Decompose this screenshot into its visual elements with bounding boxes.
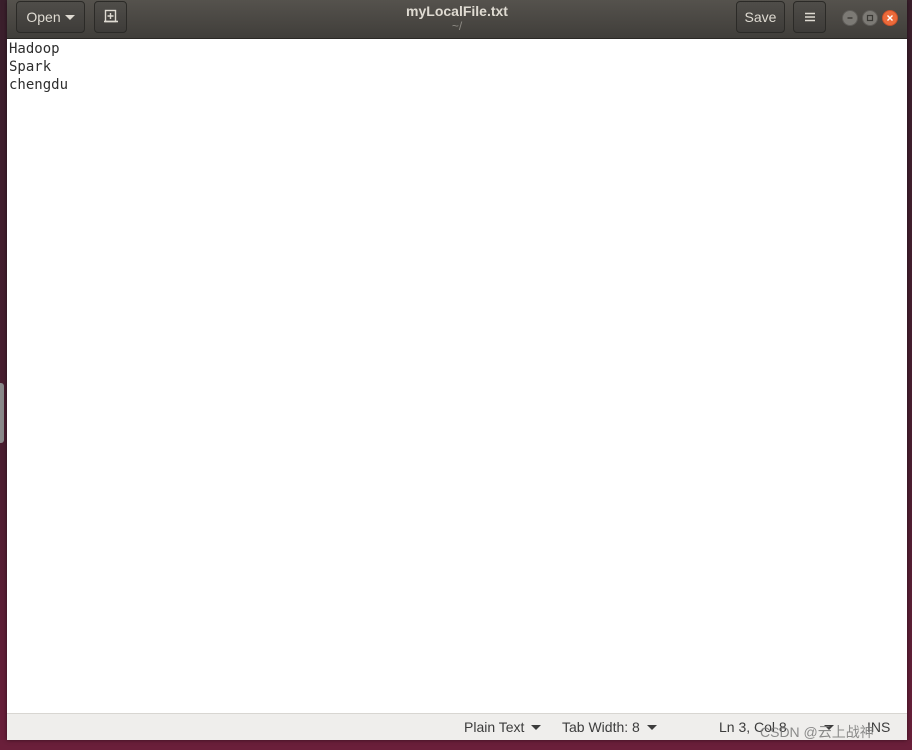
window-title-area: myLocalFile.txt ~/	[307, 2, 607, 32]
text-editor-area[interactable]: Hadoop Spark chengdu	[7, 39, 907, 713]
open-button-label: Open	[26, 9, 61, 25]
save-button[interactable]: Save	[736, 1, 785, 33]
tab-width-selector[interactable]: Tab Width: 8	[562, 718, 657, 736]
close-button[interactable]	[882, 10, 898, 26]
window-subtitle: ~/	[451, 19, 463, 33]
maximize-button[interactable]	[862, 10, 878, 26]
editor-line: chengdu	[9, 77, 69, 93]
language-selector[interactable]: Plain Text	[464, 718, 542, 736]
editor-line: Hadoop	[9, 41, 60, 57]
language-label: Plain Text	[464, 719, 525, 735]
minimize-icon	[847, 17, 853, 19]
chevron-down-icon	[646, 724, 657, 730]
new-document-icon	[103, 9, 118, 23]
open-button[interactable]: Open	[16, 1, 85, 33]
maximize-icon	[866, 14, 874, 22]
watermark: CSDN @云上战神	[760, 724, 874, 740]
close-icon	[887, 15, 893, 21]
desktop-edge-handle	[0, 383, 4, 443]
window-title: myLocalFile.txt	[406, 3, 508, 19]
new-document-button[interactable]	[94, 1, 127, 33]
chevron-down-icon	[64, 14, 75, 20]
text-editor-window: Open myLocalFile.txt ~/ Save Hadoop Spar…	[7, 0, 907, 740]
headerbar: Open myLocalFile.txt ~/ Save	[7, 0, 907, 39]
hamburger-menu-icon	[804, 12, 815, 22]
menu-button[interactable]	[793, 1, 826, 33]
editor-line: Spark	[9, 59, 52, 75]
minimize-button[interactable]	[842, 10, 858, 26]
tab-width-label: Tab Width: 8	[562, 719, 640, 735]
chevron-down-icon	[531, 724, 542, 730]
save-button-label: Save	[744, 9, 777, 25]
editor-lines: Hadoop Spark chengdu	[7, 39, 907, 94]
